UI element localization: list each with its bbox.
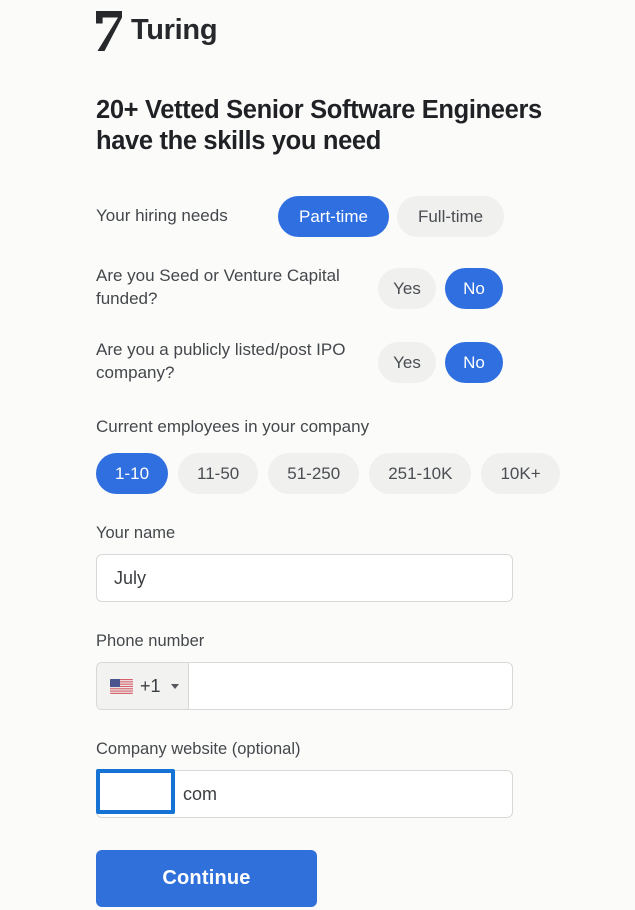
hiring-needs-option-full-time[interactable]: Full-time [396,195,505,237]
dial-code-label: +1 [140,676,161,697]
name-field-group: Your name [96,524,635,603]
employee-count-section: Current employees in your company 1-10 1… [96,417,635,495]
employee-count-option-11-50[interactable]: 11-50 [178,453,259,495]
website-field-label: Company website (optional) [96,740,301,759]
phone-field-label: Phone number [96,632,205,651]
page-title: 20+ Vetted Senior Software Engineers hav… [96,96,542,155]
name-input[interactable] [96,554,513,603]
name-field-label: Your name [96,524,176,543]
publicly-listed-no[interactable]: No [445,341,503,383]
phone-input-wrapper: +1 [96,662,513,711]
website-input[interactable] [96,770,513,819]
website-field-group: Company website (optional) [96,740,635,819]
employee-count-option-51-250[interactable]: 51-250 [268,453,360,495]
hiring-needs-label: Your hiring needs [96,206,228,226]
question-publicly-listed: Are you a publicly listed/post IPO compa… [96,339,635,385]
publicly-listed-yes[interactable]: Yes [378,341,436,383]
us-flag-icon [110,678,133,694]
caret-down-icon [171,683,179,689]
employee-count-option-10k-plus[interactable]: 10K+ [481,453,560,495]
country-code-selector[interactable]: +1 [97,663,189,710]
seed-venture-funded-no[interactable]: No [445,267,503,309]
hiring-needs-option-part-time[interactable]: Part-time [278,195,389,237]
question-label-publicly-listed: Are you a publicly listed/post IPO compa… [96,340,346,383]
phone-input[interactable] [189,663,512,710]
question-label-seed-venture-funded: Are you Seed or Venture Capital funded? [96,266,340,309]
continue-button[interactable]: Continue [96,850,317,908]
employee-count-label: Current employees in your company [96,417,370,437]
seed-venture-funded-yes[interactable]: Yes [378,267,436,309]
website-input-wrapper [96,769,513,819]
brand-name: Turing [131,14,218,46]
question-seed-venture-funded: Are you Seed or Venture Capital funded? … [96,265,635,311]
yes-no-group-publicly-listed: Yes No [378,341,503,383]
turing-seven-logo-icon [96,10,122,51]
signup-form-page: Turing 20+ Vetted Senior Software Engine… [0,0,635,910]
hiring-needs-row: Your hiring needs Part-time Full-time [96,195,635,237]
employee-count-option-251-10k[interactable]: 251-10K [369,453,472,495]
phone-field-group: Phone number +1 [96,632,635,711]
employee-count-option-1-10[interactable]: 1-10 [96,453,169,495]
employee-count-options: 1-10 11-50 51-250 251-10K 10K+ [96,453,635,495]
yes-no-group-seed-venture-funded: Yes No [378,267,503,309]
brand-logo[interactable]: Turing [96,0,635,52]
